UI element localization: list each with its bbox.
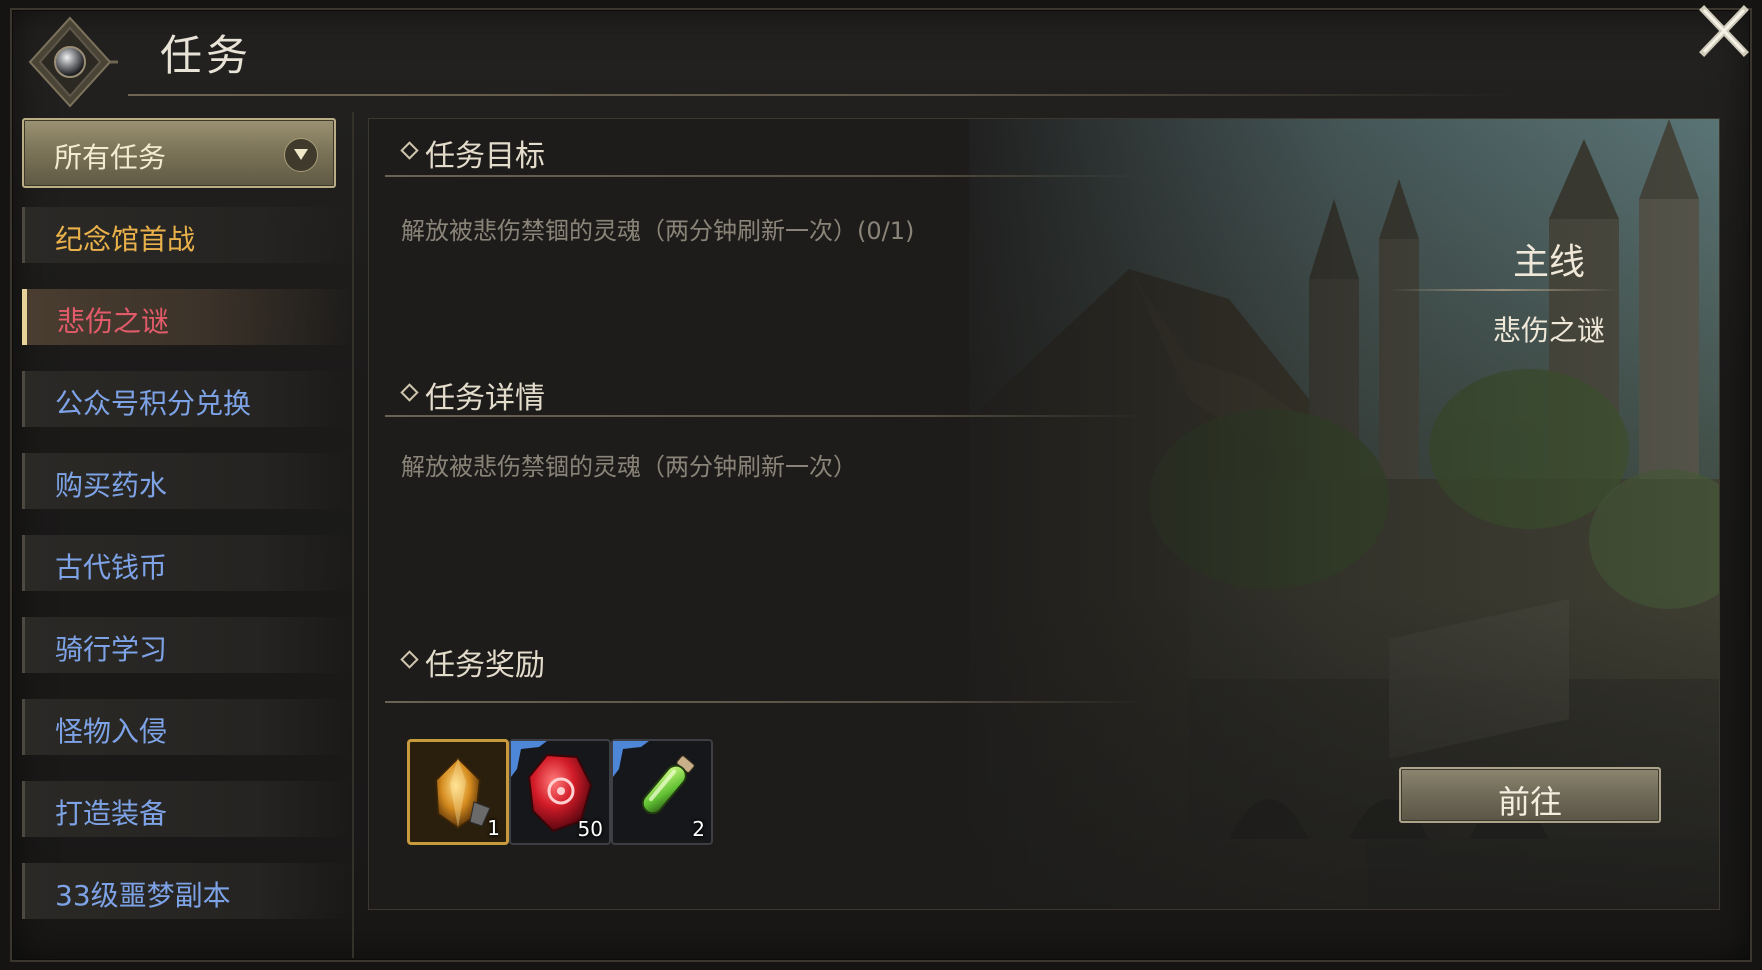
sidebar-item-label: 古代钱币: [55, 551, 168, 584]
sidebar-divider: [352, 112, 354, 958]
sidebar-item-label: 骑行学习: [55, 633, 168, 666]
sidebar-item-points-exchange[interactable]: 公众号积分兑换: [22, 371, 355, 427]
reward-slot[interactable]: 1: [407, 739, 509, 845]
quest-emblem-icon: [28, 16, 118, 108]
objective-divider: [385, 175, 1145, 177]
rewards-divider: [385, 701, 1145, 703]
header-divider: [128, 94, 1516, 96]
quest-filter-dropdown[interactable]: 所有任务: [22, 118, 336, 188]
sidebar-item-riding-study[interactable]: 骑行学习: [22, 617, 355, 673]
sidebar-item-monster-invasion[interactable]: 怪物入侵: [22, 699, 355, 755]
quest-name: 悲伤之谜: [1492, 314, 1605, 347]
sidebar-item-forge-equipment[interactable]: 打造装备: [22, 781, 355, 837]
sidebar-item-mystery-of-sorrow[interactable]: 悲伤之谜: [22, 289, 357, 345]
objective-text: 解放被悲伤禁锢的灵魂（两分钟刷新一次）(0/1): [401, 217, 915, 245]
quest-detail-panel: 任务目标 解放被悲伤禁锢的灵魂（两分钟刷新一次）(0/1) 任务详情 解放被悲伤…: [368, 118, 1720, 910]
sidebar-item-label: 怪物入侵: [55, 715, 168, 748]
reward-count: 2: [692, 817, 705, 841]
quest-category: 主线: [1512, 242, 1585, 283]
rewards-heading: 任务奖励: [425, 648, 545, 683]
objective-heading: 任务目标: [425, 139, 545, 174]
rarity-corner-icon: [511, 741, 547, 777]
details-text: 解放被悲伤禁锢的灵魂（两分钟刷新一次）: [401, 453, 857, 481]
sidebar-item-label: 打造装备: [55, 797, 168, 830]
window-title: 任务: [160, 31, 253, 80]
chevron-down-icon: [284, 138, 318, 172]
sidebar-item-buy-potion[interactable]: 购买药水: [22, 453, 355, 509]
close-icon[interactable]: [1694, 2, 1752, 60]
goto-button-label: 前往: [1497, 783, 1562, 821]
sidebar-item-label: 公众号积分兑换: [55, 387, 252, 420]
sidebar-item-label: 购买药水: [55, 469, 168, 502]
goto-button[interactable]: 前往: [1399, 767, 1661, 823]
details-divider: [385, 415, 1145, 417]
reward-slot[interactable]: 50: [509, 739, 611, 845]
sidebar-item-nightmare-dungeon[interactable]: 33级噩梦副本: [22, 863, 355, 919]
reward-count: 50: [577, 817, 603, 841]
reward-count: 1: [487, 816, 500, 840]
sidebar-item-label: 悲伤之谜: [57, 305, 170, 338]
reward-slot[interactable]: 2: [611, 739, 713, 845]
sidebar-item-label: 33级噩梦副本: [55, 879, 231, 912]
category-divider: [1389, 289, 1619, 291]
sidebar-item-memorial-first-battle[interactable]: 纪念馆首战: [22, 207, 355, 263]
details-heading: 任务详情: [425, 381, 545, 416]
sidebar-item-ancient-coins[interactable]: 古代钱币: [22, 535, 355, 591]
sidebar-item-label: 纪念馆首战: [55, 223, 196, 256]
filter-label: 所有任务: [54, 141, 167, 174]
rarity-corner-icon: [613, 741, 649, 777]
